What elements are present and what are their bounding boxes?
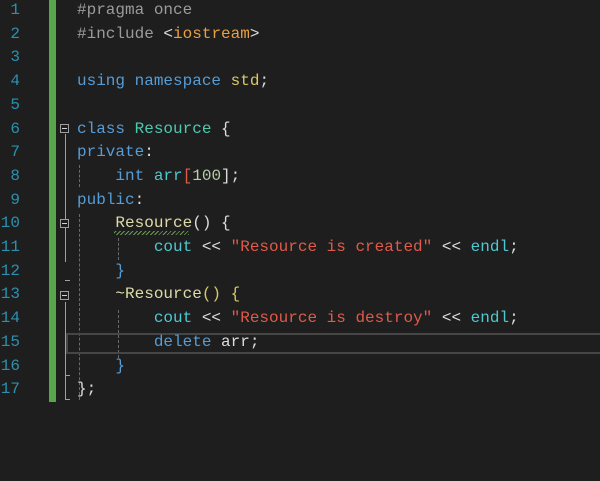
code-token: : xyxy=(144,143,154,162)
code-token: { xyxy=(211,119,231,138)
code-line[interactable]: 7 private: xyxy=(0,140,600,164)
code-token: class xyxy=(77,119,135,138)
code-line[interactable]: 2 #include <iostream> xyxy=(0,22,600,46)
code-text: cout << "Resource is destroy" << endl; xyxy=(77,306,519,330)
code-token: << xyxy=(432,309,471,328)
code-token: < xyxy=(163,24,174,43)
code-line[interactable]: 3 xyxy=(0,45,600,69)
line-number: 5 xyxy=(10,95,20,114)
code-text: ~Resource() { xyxy=(77,282,240,306)
code-token: #include xyxy=(77,24,164,43)
code-text: class Resource { xyxy=(77,117,231,141)
code-line[interactable]: 15 delete arr; xyxy=(0,330,600,354)
code-line[interactable]: 8 int arr[100]; xyxy=(0,164,600,188)
line-number: 6 xyxy=(10,119,20,138)
line-number: 7 xyxy=(10,143,20,162)
code-token: () { xyxy=(192,214,231,233)
line-number: 11 xyxy=(0,238,20,256)
code-token: ; xyxy=(509,309,519,328)
code-token: ; xyxy=(259,72,270,91)
code-token: : xyxy=(134,190,145,209)
code-token: ; xyxy=(509,238,519,256)
code-text: delete arr; xyxy=(77,330,260,354)
line-number: 8 xyxy=(10,166,20,185)
line-number: 13 xyxy=(0,285,20,304)
code-text: #include <iostream> xyxy=(77,22,259,46)
code-line[interactable]: 11 cout << "Resource is created" << endl… xyxy=(0,235,600,259)
code-text: public: xyxy=(77,188,144,212)
line-number: 17 xyxy=(0,380,20,399)
line-number: 4 xyxy=(10,72,20,91)
code-token: () { xyxy=(201,285,241,304)
line-number: 16 xyxy=(0,356,20,375)
line-number: 10 xyxy=(0,214,20,233)
code-text: #pragma once xyxy=(77,0,192,22)
code-text: int arr[100]; xyxy=(77,164,240,188)
code-line[interactable]: 17}; xyxy=(0,377,600,401)
code-token: << xyxy=(192,309,231,328)
code-token: endl xyxy=(470,238,510,256)
code-token: public xyxy=(77,190,135,209)
code-token: arr xyxy=(153,166,183,185)
code-text: Resource() { xyxy=(77,211,231,235)
code-token: delete xyxy=(153,332,222,351)
line-number: 1 xyxy=(10,1,20,19)
code-editor[interactable]: 1 #pragma once 2 #include <iostream> 3 4 using… xyxy=(0,0,600,481)
code-token: cout xyxy=(153,238,193,256)
code-text: } xyxy=(77,259,125,283)
code-text: private: xyxy=(77,140,154,164)
code-token: iostream xyxy=(173,24,250,43)
code-text: } xyxy=(77,354,125,378)
code-token: int xyxy=(115,166,154,185)
code-line[interactable]: 10 Resource() { xyxy=(0,211,600,235)
code-line[interactable]: 5 xyxy=(0,93,600,117)
line-number: 2 xyxy=(10,24,20,43)
code-token: endl xyxy=(470,309,510,328)
code-token: ~Resource xyxy=(115,285,202,304)
code-line[interactable]: 16 } xyxy=(0,354,600,378)
code-token: << xyxy=(192,238,231,256)
line-number: 12 xyxy=(0,261,20,280)
code-token: }; xyxy=(77,380,97,399)
code-token: << xyxy=(432,238,471,256)
code-token: #pragma once xyxy=(77,1,193,19)
code-line[interactable]: 6 class Resource { xyxy=(0,117,600,141)
code-token: Resource xyxy=(134,119,212,138)
code-line[interactable]: 14 cout << "Resource is destroy" << endl… xyxy=(0,306,600,330)
code-token: using namespace xyxy=(77,72,231,91)
code-line[interactable]: 1 #pragma once xyxy=(0,0,600,22)
line-number: 14 xyxy=(0,309,20,328)
line-number: 15 xyxy=(0,332,20,351)
code-token: > xyxy=(249,24,260,43)
line-number: 9 xyxy=(10,190,20,209)
code-token: private xyxy=(77,143,145,162)
code-line[interactable]: 12 } xyxy=(0,259,600,283)
code-token: cout xyxy=(153,309,193,328)
code-token: Resource xyxy=(115,214,193,233)
code-text: cout << "Resource is created" << endl; xyxy=(77,235,519,259)
code-token: arr; xyxy=(221,332,260,351)
code-line[interactable]: 13 ~Resource() { xyxy=(0,282,600,306)
line-number: 3 xyxy=(10,48,20,67)
code-token: ]; xyxy=(221,166,241,185)
code-token: } xyxy=(115,261,126,280)
code-token: "Resource is created" xyxy=(230,238,433,256)
code-token: [ xyxy=(182,166,193,185)
code-line[interactable]: 9 public: xyxy=(0,188,600,212)
code-line[interactable]: 4 using namespace std; xyxy=(0,69,600,93)
code-text: using namespace std; xyxy=(77,69,269,93)
code-text: }; xyxy=(77,377,96,401)
code-token: "Resource is destroy" xyxy=(230,309,433,328)
code-token: 100 xyxy=(192,166,222,185)
code-token: std xyxy=(230,72,260,91)
code-token: } xyxy=(115,356,126,375)
